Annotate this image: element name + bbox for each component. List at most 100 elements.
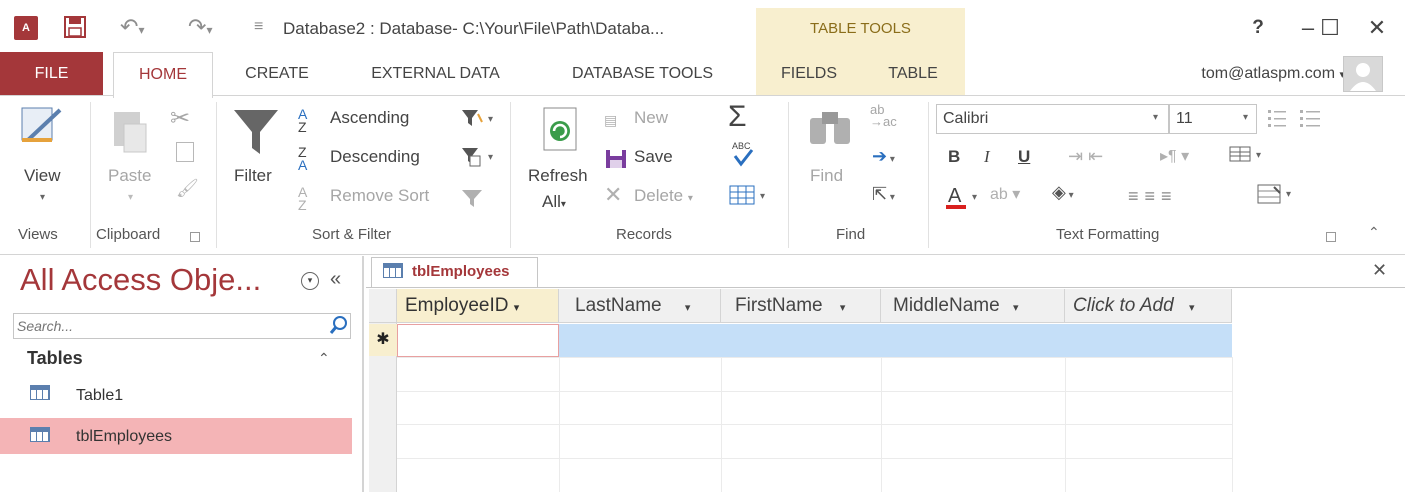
table-icon: [30, 427, 50, 442]
tab-database-tools[interactable]: DATABASE TOOLS: [550, 52, 735, 96]
tab-file[interactable]: FILE: [0, 52, 103, 96]
sort-ascending-button[interactable]: Ascending: [330, 108, 409, 128]
group-label-find: Find: [836, 226, 866, 243]
format-painter-icon[interactable]: 🖌: [176, 178, 199, 199]
tab-table[interactable]: TABLE: [870, 52, 956, 96]
tab-home[interactable]: HOME: [113, 52, 213, 98]
more-records-icon[interactable]: ▾: [728, 184, 772, 206]
replace-icon[interactable]: ab →ac: [870, 103, 897, 128]
advanced-filter-icon[interactable]: ▾: [460, 146, 496, 168]
cut-icon[interactable]: ✂: [170, 104, 190, 133]
save-record-button[interactable]: Save: [634, 147, 673, 167]
font-color-icon[interactable]: A ▾: [944, 182, 984, 210]
help-button[interactable]: ?: [1243, 14, 1273, 42]
nav-item-table1[interactable]: Table1: [0, 380, 352, 416]
nav-group-tables[interactable]: Tables: [27, 348, 83, 369]
view-dropdown-icon[interactable]: ▾: [40, 192, 45, 203]
ribbon-separator: [90, 102, 91, 248]
font-name-select[interactable]: Calibri: [936, 104, 1169, 134]
nav-item-tblemployees[interactable]: tblEmployees: [0, 418, 352, 454]
save-icon[interactable]: [64, 16, 86, 38]
svg-text:▾: ▾: [488, 152, 493, 163]
customize-qat-icon[interactable]: ≡: [254, 12, 263, 42]
clipboard-launcher-icon[interactable]: [190, 232, 200, 242]
tab-create[interactable]: CREATE: [232, 52, 322, 96]
employeeid-cell-active[interactable]: [397, 324, 559, 357]
sort-descending-button[interactable]: Descending: [330, 147, 420, 167]
grid-line: [397, 458, 1232, 459]
group-label-views: Views: [18, 226, 58, 243]
new-record-icon: ▤: [604, 112, 618, 128]
nav-pane-title[interactable]: All Access Obje...: [20, 262, 261, 298]
redo-icon[interactable]: ↷▾: [188, 12, 212, 45]
background-color-icon[interactable]: ◈ ▾: [1052, 182, 1074, 203]
paste-dropdown-icon[interactable]: ▾: [128, 192, 133, 203]
table-icon: [30, 385, 50, 400]
filter-icon: [232, 106, 280, 158]
column-header-employeeid[interactable]: EmployeeID ▾: [397, 289, 559, 323]
gridlines-icon[interactable]: ▾: [1228, 144, 1268, 164]
remove-sort-button[interactable]: Remove Sort: [330, 186, 429, 206]
refresh-all-dropdown[interactable]: All▾: [542, 192, 566, 212]
new-record-button[interactable]: New: [634, 108, 668, 128]
restore-button[interactable]: ☐: [1315, 14, 1345, 42]
sort-ascending-icon: AZ: [298, 106, 308, 135]
text-formatting-launcher-icon[interactable]: [1326, 232, 1336, 242]
refresh-button[interactable]: Refresh: [528, 166, 588, 186]
select-all-corner[interactable]: [369, 289, 397, 323]
view-button[interactable]: View: [24, 166, 61, 186]
indent-icons[interactable]: ⇥ ⇤: [1068, 146, 1103, 167]
column-header-middlename[interactable]: MiddleName ▾: [881, 289, 1065, 323]
italic-button[interactable]: I: [984, 147, 990, 167]
collapse-group-icon[interactable]: ⌃: [318, 350, 330, 367]
underline-button[interactable]: U: [1018, 147, 1030, 167]
ribbon-separator: [928, 102, 929, 248]
collapse-ribbon-icon[interactable]: ⌃: [1368, 224, 1380, 241]
sort-descending-icon: ZA: [298, 144, 308, 173]
group-label-sort-filter: Sort & Filter: [312, 226, 392, 243]
grid-line: [397, 357, 1232, 358]
nav-menu-dropdown-icon[interactable]: ▾: [301, 272, 319, 290]
copy-icon[interactable]: [176, 142, 194, 162]
goto-icon[interactable]: ➔ ▾: [872, 146, 895, 167]
close-button[interactable]: ✕: [1362, 14, 1392, 42]
delete-record-button[interactable]: Delete ▾: [634, 186, 693, 206]
font-name-dropdown-icon[interactable]: ▾: [1153, 112, 1158, 123]
avatar[interactable]: [1343, 56, 1383, 92]
selection-filter-icon[interactable]: ▾: [460, 108, 496, 128]
bold-button[interactable]: B: [948, 147, 960, 167]
highlight-color-icon[interactable]: ab ▾: [990, 184, 1020, 204]
grid-line: [1232, 357, 1233, 492]
column-header-firstname[interactable]: FirstName ▾: [721, 289, 881, 323]
bullets-icon[interactable]: [1266, 106, 1336, 132]
new-record-row-selector[interactable]: ✱: [369, 324, 397, 356]
paste-button[interactable]: Paste: [108, 166, 151, 186]
find-button[interactable]: Find: [810, 166, 843, 186]
column-header-click-to-add[interactable]: Click to Add ▾: [1065, 289, 1232, 323]
paragraph-direction-icon[interactable]: ▸¶ ▾: [1160, 146, 1189, 166]
select-icon[interactable]: ⇱ ▾: [872, 184, 895, 205]
filter-button[interactable]: Filter: [234, 166, 272, 186]
column-header-lastname[interactable]: LastName ▾: [559, 289, 721, 323]
delete-record-icon: ✕: [604, 182, 623, 207]
search-input[interactable]: [13, 313, 351, 339]
access-app-icon[interactable]: A: [14, 16, 38, 40]
undo-icon[interactable]: ↶▾: [120, 12, 144, 45]
spelling-icon[interactable]: ABC: [730, 140, 756, 168]
shutter-bar-close-icon[interactable]: «: [330, 268, 341, 291]
toggle-filter-icon[interactable]: [460, 188, 484, 208]
svg-text:▾: ▾: [760, 191, 765, 202]
user-account[interactable]: tom@atlaspm.com ▾: [1201, 52, 1345, 97]
close-document-icon[interactable]: ✕: [1372, 260, 1387, 281]
paste-icon: [110, 106, 150, 156]
grid-line: [397, 424, 1232, 425]
font-size-dropdown-icon[interactable]: ▾: [1243, 112, 1248, 123]
refresh-icon: [540, 104, 582, 154]
search-icon[interactable]: [328, 314, 350, 336]
tab-fields[interactable]: FIELDS: [766, 52, 852, 96]
svg-text:▾: ▾: [1286, 189, 1291, 200]
align-icons[interactable]: ≡≡≡: [1128, 186, 1178, 207]
tab-external-data[interactable]: EXTERNAL DATA: [348, 52, 523, 96]
totals-icon[interactable]: Σ: [728, 100, 747, 134]
alternate-row-color-icon[interactable]: ▾: [1256, 182, 1300, 206]
